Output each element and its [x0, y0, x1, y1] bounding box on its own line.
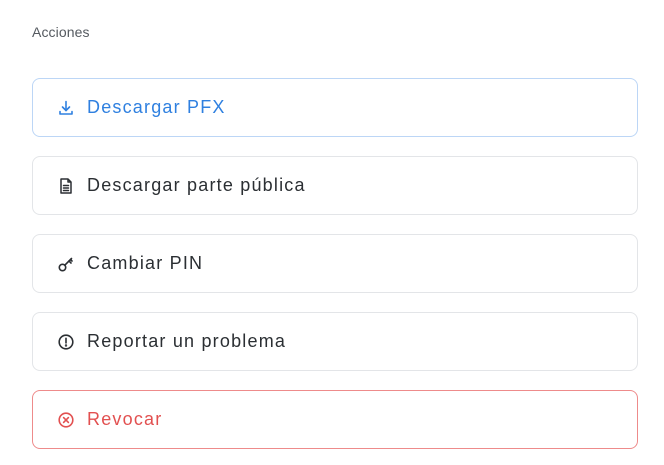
- download-public-part-button[interactable]: Descargar parte pública: [32, 156, 638, 215]
- revoke-button[interactable]: Revocar: [32, 390, 638, 449]
- key-icon: [57, 255, 75, 273]
- download-public-part-label: Descargar parte pública: [87, 175, 306, 195]
- document-icon: [57, 177, 75, 195]
- change-pin-button[interactable]: Cambiar PIN: [32, 234, 638, 293]
- download-pfx-label: Descargar PFX: [87, 97, 226, 117]
- actions-list: Descargar PFX Descargar parte pública Ca…: [32, 78, 638, 465]
- alert-circle-icon: [57, 333, 75, 351]
- actions-section-title: Acciones: [32, 24, 90, 40]
- download-pfx-button[interactable]: Descargar PFX: [32, 78, 638, 137]
- download-icon: [57, 99, 75, 117]
- close-circle-icon: [57, 411, 75, 429]
- report-problem-button[interactable]: Reportar un problema: [32, 312, 638, 371]
- report-problem-label: Reportar un problema: [87, 331, 287, 351]
- change-pin-label: Cambiar PIN: [87, 253, 204, 273]
- revoke-label: Revocar: [87, 409, 163, 429]
